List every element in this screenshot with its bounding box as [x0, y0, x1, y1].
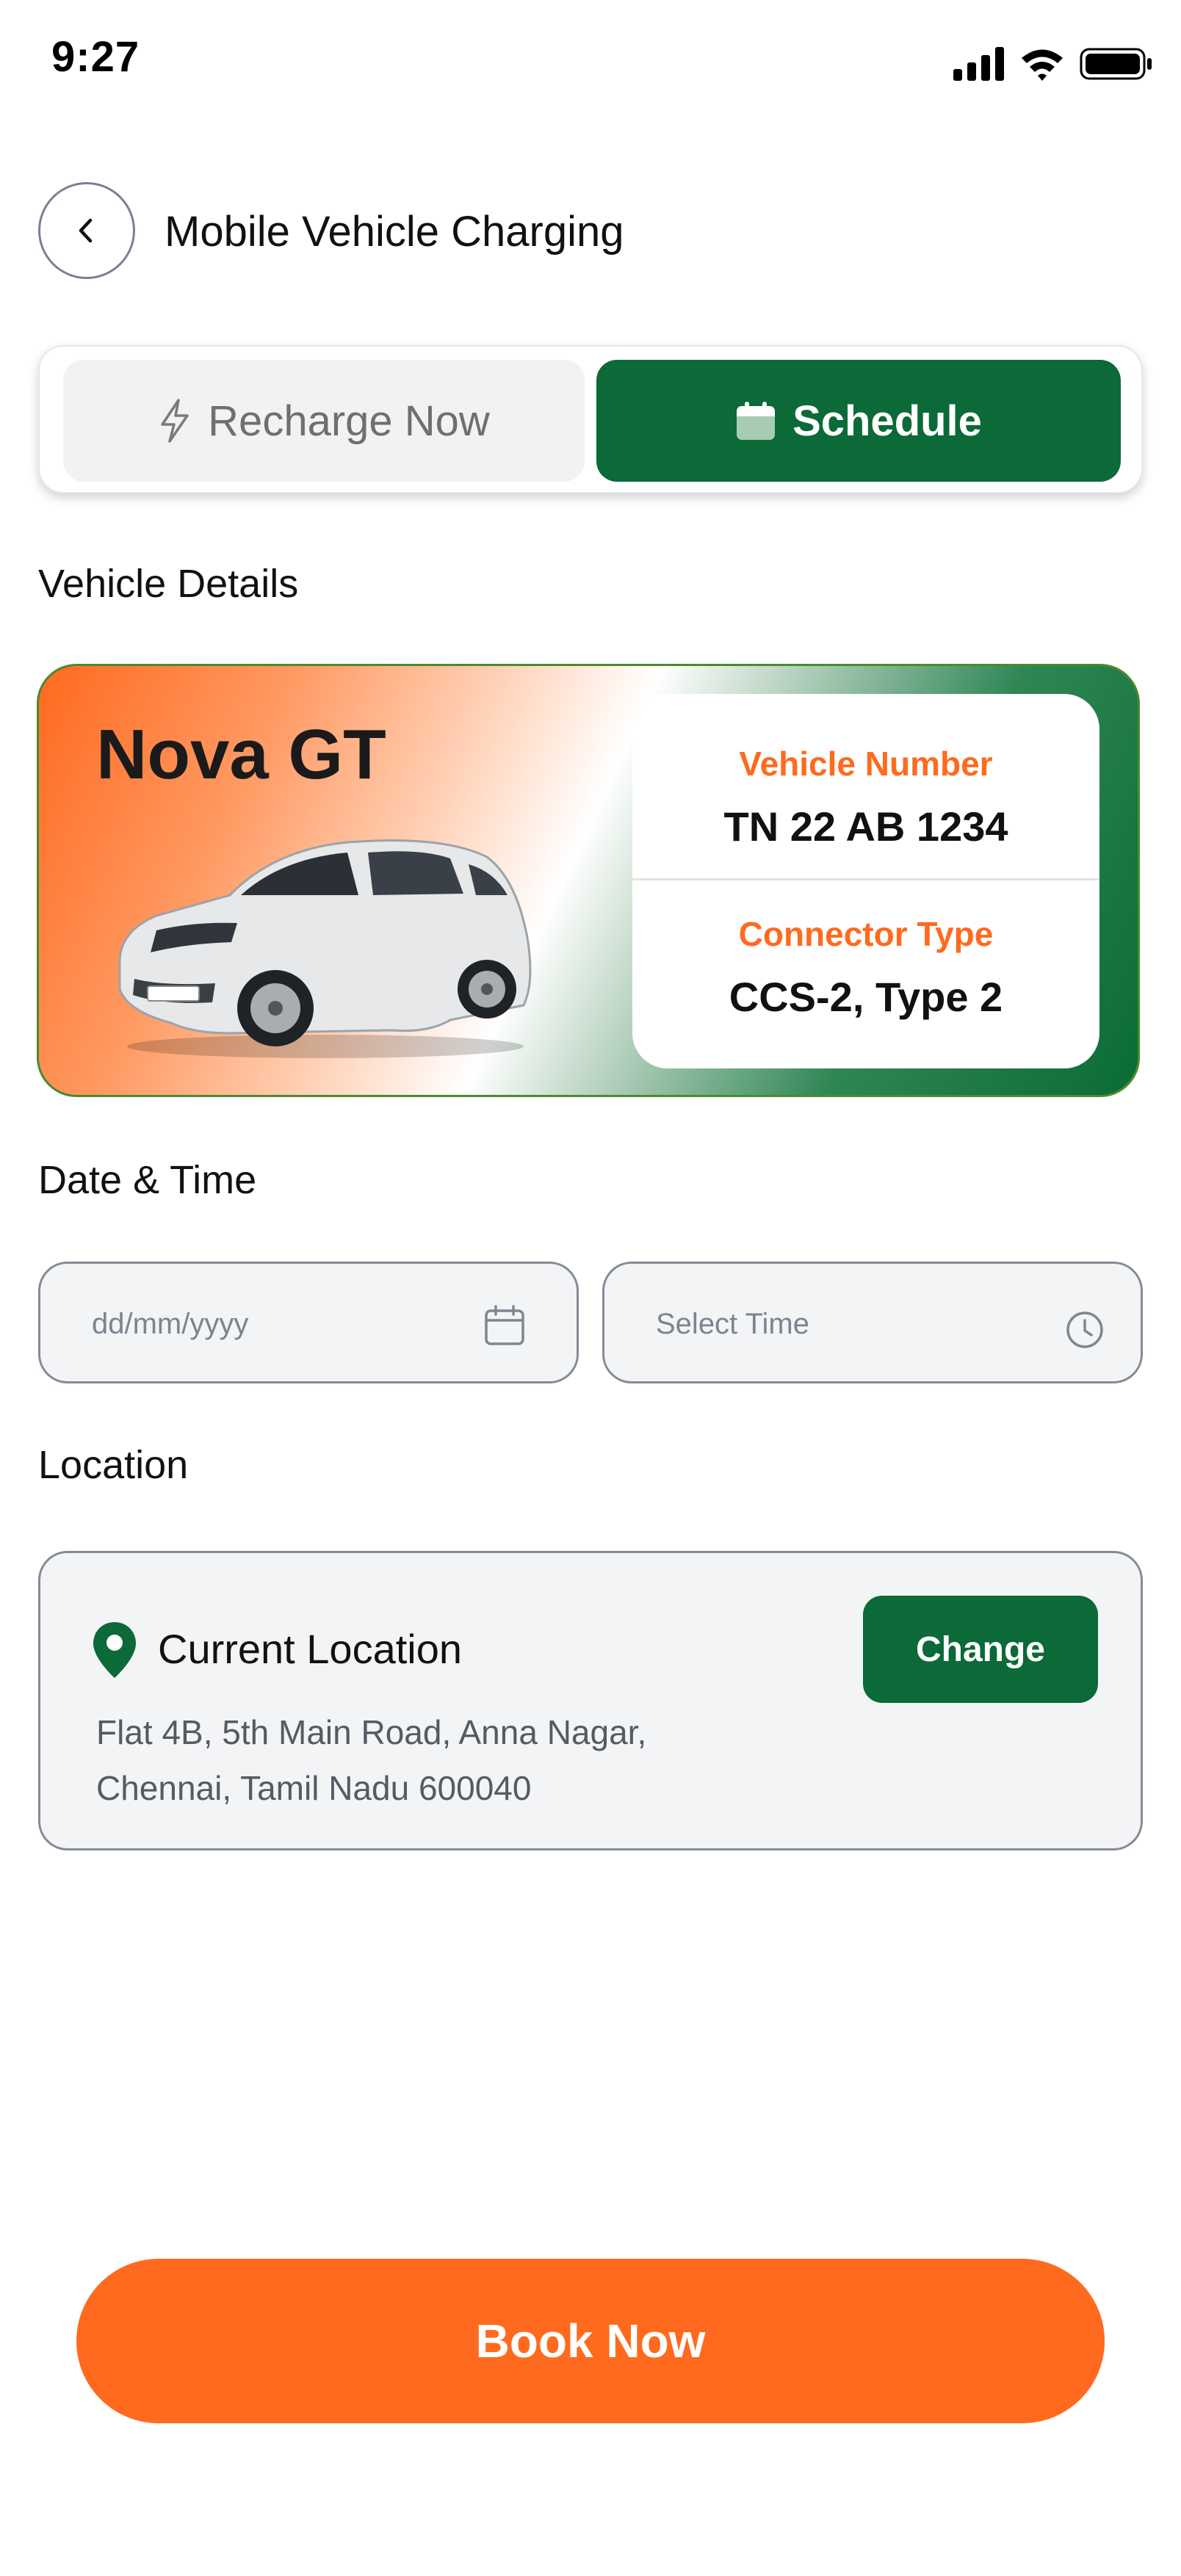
- connector-type-value: CCS-2, Type 2: [729, 974, 1003, 1020]
- time-field[interactable]: [602, 1262, 1143, 1383]
- signal-icon: [953, 47, 1004, 81]
- chevron-left-icon: [79, 218, 93, 243]
- tab-recharge-now[interactable]: Recharge Now: [63, 360, 585, 482]
- back-button[interactable]: [38, 182, 135, 279]
- date-input[interactable]: [92, 1300, 474, 1347]
- connector-type-label: Connector Type: [738, 915, 994, 953]
- current-location-title: Current Location: [158, 1626, 463, 1672]
- calendar-icon[interactable]: [484, 1305, 525, 1346]
- vehicle-number-section: Vehicle Number TN 22 AB 1234: [632, 694, 1099, 880]
- car-name: Nova GT: [96, 715, 386, 794]
- mode-toggle: Recharge Now Schedule: [38, 345, 1143, 493]
- location-address: Flat 4B, 5th Main Road, Anna Nagar, Chen…: [96, 1704, 831, 1816]
- connector-type-section: Connector Type CCS-2, Type 2: [632, 880, 1099, 1067]
- vehicle-card: Nova GT Vehicle Number TN 22 AB 1234 Con…: [37, 664, 1140, 1097]
- date-field[interactable]: [38, 1262, 579, 1383]
- vehicle-number-label: Vehicle Number: [739, 745, 993, 783]
- vehicle-number-value: TN 22 AB 1234: [723, 803, 1008, 850]
- vehicle-info-box: Vehicle Number TN 22 AB 1234 Connector T…: [632, 694, 1099, 1068]
- tab-schedule[interactable]: Schedule: [596, 360, 1121, 482]
- address-line-2: Chennai, Tamil Nadu 600040: [96, 1769, 532, 1807]
- page-title: Mobile Vehicle Charging: [165, 208, 624, 256]
- time-input[interactable]: [656, 1300, 1038, 1347]
- calendar-icon: [737, 402, 776, 440]
- vehicle-details-heading: Vehicle Details: [38, 562, 299, 606]
- location-pin-icon: [93, 1622, 136, 1678]
- tab-recharge-now-label: Recharge Now: [208, 397, 490, 445]
- battery-icon: [1080, 48, 1152, 80]
- tab-schedule-label: Schedule: [792, 397, 982, 445]
- status-time: 9:27: [51, 33, 140, 81]
- wifi-icon: [1022, 49, 1063, 81]
- lightning-icon: [161, 399, 189, 443]
- book-now-button[interactable]: Book Now: [76, 2259, 1105, 2423]
- address-line-1: Flat 4B, 5th Main Road, Anna Nagar,: [96, 1713, 647, 1751]
- change-location-button[interactable]: Change: [863, 1596, 1098, 1703]
- location-heading: Location: [38, 1443, 189, 1487]
- date-time-heading: Date & Time: [38, 1158, 257, 1202]
- location-card: Current Location Flat 4B, 5th Main Road,…: [38, 1551, 1143, 1850]
- status-icons: [953, 46, 1153, 82]
- car-image: [118, 839, 532, 1058]
- clock-icon[interactable]: [1064, 1309, 1105, 1350]
